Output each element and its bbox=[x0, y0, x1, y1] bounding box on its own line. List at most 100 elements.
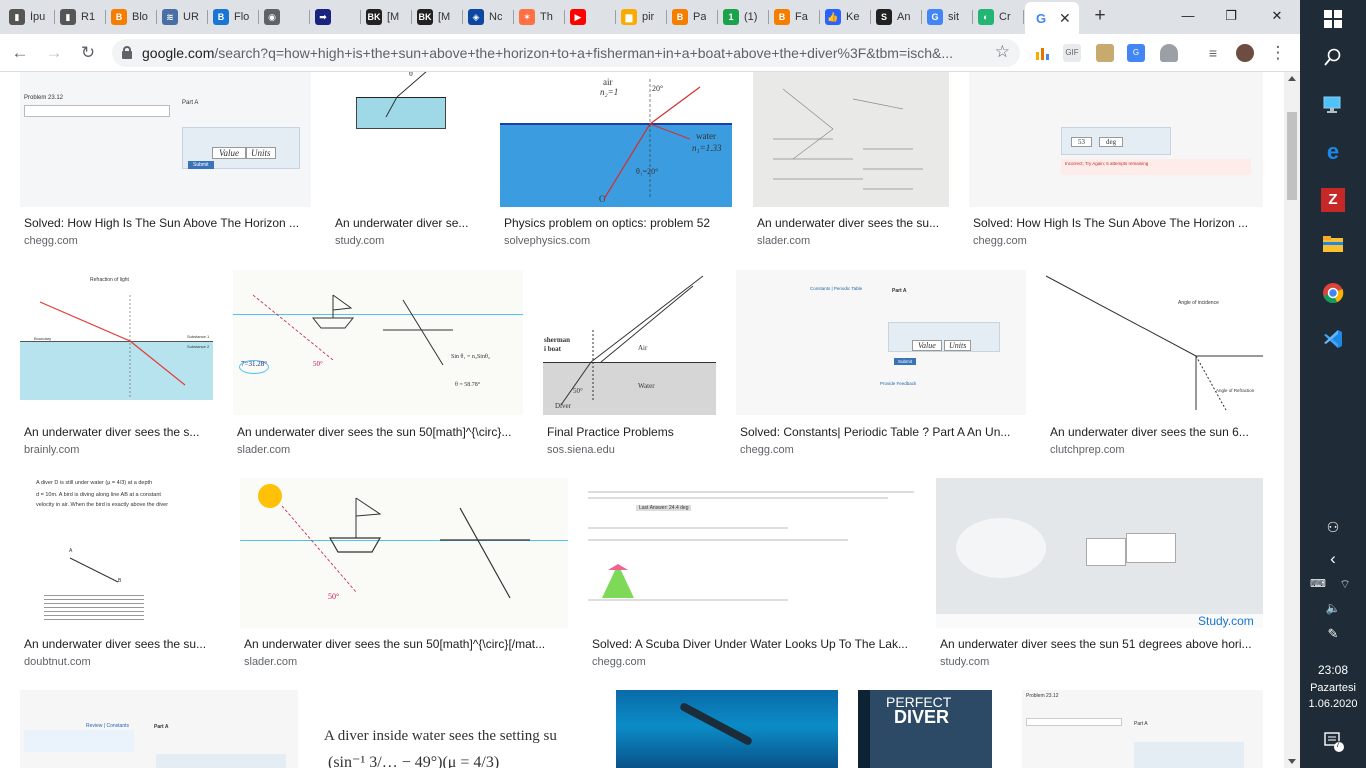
result-card-2[interactable]: θ An underwater diver se... study.com bbox=[331, 72, 479, 247]
shield-extension-icon[interactable] bbox=[1160, 44, 1178, 62]
result-thumbnail[interactable]: Refraction of light Boundary Substance 1… bbox=[20, 270, 213, 415]
result-card-9[interactable]: Constants | Periodic Table Part A Value … bbox=[736, 270, 1026, 458]
tab-1[interactable]: ▮ İpu bbox=[4, 4, 55, 30]
lock-icon[interactable] bbox=[122, 46, 132, 59]
gif-extension-icon[interactable]: GIF bbox=[1063, 44, 1081, 62]
chevron-left-icon[interactable]: ‹ bbox=[1321, 547, 1345, 571]
result-source[interactable]: doubtnut.com bbox=[24, 656, 91, 668]
result-card-19[interactable]: Problem 23.12 Part A bbox=[1022, 690, 1263, 768]
windows-start-icon[interactable] bbox=[1321, 10, 1345, 34]
translate-extension-icon[interactable]: G bbox=[1127, 44, 1145, 62]
page-scrollbar[interactable] bbox=[1284, 72, 1300, 768]
result-source[interactable]: clutchprep.com bbox=[1050, 444, 1125, 456]
close-tab-button[interactable]: ✕ bbox=[1059, 10, 1071, 27]
result-caption[interactable]: Solved: How High Is The Sun Above The Ho… bbox=[24, 216, 311, 230]
chrome-menu-button[interactable]: ⋮ bbox=[1266, 41, 1290, 65]
result-source[interactable]: slader.com bbox=[244, 656, 297, 668]
result-card-11[interactable]: A diver D is still under water (μ = 4/3)… bbox=[20, 478, 220, 670]
forward-button[interactable]: → bbox=[42, 41, 66, 65]
result-thumbnail[interactable]: PERFECT DIVER bbox=[858, 690, 992, 768]
result-source[interactable]: slader.com bbox=[237, 444, 290, 456]
tab-17[interactable]: 👍 Ke bbox=[820, 4, 871, 30]
tab-19[interactable]: Gsit bbox=[922, 4, 973, 30]
image-extension-icon[interactable] bbox=[1096, 44, 1114, 62]
tab-20[interactable]: ◐ Cr bbox=[973, 4, 1024, 30]
keyboard-icon[interactable]: ⌨ bbox=[1310, 572, 1326, 596]
tab-2[interactable]: ▮ R1 bbox=[55, 4, 106, 30]
result-caption[interactable]: An underwater diver sees the sun 6... bbox=[1050, 425, 1263, 439]
analytics-extension-icon[interactable] bbox=[1033, 44, 1051, 62]
result-caption[interactable]: Solved: Constants| Periodic Table ? Part… bbox=[740, 425, 1026, 439]
result-caption[interactable]: An underwater diver sees the su... bbox=[757, 216, 949, 230]
result-thumbnail[interactable]: A diver inside water sees the setting su… bbox=[318, 690, 596, 768]
new-tab-button[interactable]: + bbox=[1090, 6, 1110, 26]
result-caption[interactable]: An underwater diver sees the s... bbox=[24, 425, 213, 439]
notification-center-icon[interactable]: 7 bbox=[1321, 730, 1345, 754]
result-card-5[interactable]: 53 deg Incorrect; Try Again; 5 attempts … bbox=[969, 72, 1263, 247]
result-caption[interactable]: An underwater diver se... bbox=[335, 216, 479, 230]
tab-3[interactable]: B Blo bbox=[106, 4, 157, 30]
tab-active-google[interactable]: G ✕ bbox=[1025, 2, 1079, 34]
address-bar[interactable]: google.com/search?q=how+high+is+the+sun+… bbox=[112, 39, 1020, 67]
result-card-16[interactable]: A diver inside water sees the setting su… bbox=[318, 690, 596, 768]
tab-15[interactable]: 1 (1) bbox=[718, 4, 769, 30]
people-icon[interactable]: ⚇ bbox=[1321, 515, 1345, 539]
result-source[interactable]: solvephysics.com bbox=[504, 235, 590, 247]
result-thumbnail[interactable]: Angle of incidence Angle of Refraction bbox=[1046, 270, 1263, 415]
result-source[interactable]: chegg.com bbox=[973, 235, 1027, 247]
result-thumbnail[interactable]: Review | Constants Part A bbox=[20, 690, 298, 768]
restore-button[interactable]: ❐ bbox=[1208, 5, 1254, 27]
media-control-icon[interactable]: ≡ bbox=[1204, 44, 1222, 62]
url-text[interactable]: google.com/search?q=how+high+is+the+sun+… bbox=[142, 45, 982, 61]
result-source[interactable]: slader.com bbox=[757, 235, 810, 247]
computer-icon[interactable] bbox=[1321, 94, 1345, 118]
result-caption[interactable]: Solved: A Scuba Diver Under Water Looks … bbox=[592, 637, 916, 651]
result-thumbnail[interactable] bbox=[753, 72, 949, 207]
result-card-10[interactable]: Angle of incidence Angle of Refraction A… bbox=[1046, 270, 1263, 458]
clock-date[interactable]: 1.06.2020 bbox=[1300, 696, 1366, 712]
result-thumbnail[interactable]: 53 deg Incorrect; Try Again; 5 attempts … bbox=[969, 72, 1263, 207]
result-source[interactable]: chegg.com bbox=[592, 656, 646, 668]
result-card-18[interactable]: PERFECT DIVER bbox=[858, 690, 992, 768]
tab-14[interactable]: B Pa bbox=[667, 4, 718, 30]
tab-9[interactable]: BK [M bbox=[412, 4, 463, 30]
scrollbar-thumb[interactable] bbox=[1287, 112, 1297, 200]
search-icon[interactable] bbox=[1321, 48, 1345, 72]
result-caption[interactable]: Final Practice Problems bbox=[547, 425, 716, 439]
tab-5[interactable]: B Flo bbox=[208, 4, 259, 30]
filezilla-icon[interactable]: Z bbox=[1321, 188, 1345, 212]
result-source[interactable]: brainly.com bbox=[24, 444, 79, 456]
result-thumbnail[interactable]: A diver D is still under water (μ = 4/3)… bbox=[20, 478, 220, 628]
result-thumbnail[interactable]: air n₂=1 20° water n₁=1.33 θ₁=20° O bbox=[500, 72, 732, 207]
edge-browser-icon[interactable]: e bbox=[1321, 140, 1345, 164]
result-caption[interactable]: An underwater diver sees the su... bbox=[24, 637, 220, 651]
clock-time[interactable]: 23:08 bbox=[1300, 662, 1366, 678]
file-explorer-icon[interactable] bbox=[1321, 234, 1345, 258]
result-source[interactable]: chegg.com bbox=[24, 235, 78, 247]
tab-7[interactable]: ➡ bbox=[310, 4, 361, 30]
pen-icon[interactable]: ✎ bbox=[1321, 622, 1345, 646]
scroll-down-arrow-icon[interactable] bbox=[1288, 759, 1296, 764]
chrome-taskbar-icon[interactable] bbox=[1321, 282, 1345, 306]
result-thumbnail[interactable] bbox=[616, 690, 838, 768]
result-thumbnail[interactable]: Problem 23.12 Part A bbox=[1022, 690, 1263, 768]
tab-4[interactable]: ≋ UR bbox=[157, 4, 208, 30]
tab-10[interactable]: ◈ Nc bbox=[463, 4, 514, 30]
tab-16[interactable]: B Fa bbox=[769, 4, 820, 30]
reload-button[interactable]: ↻ bbox=[76, 41, 100, 65]
result-card-7[interactable]: 7=31.28° 50° Sin θ₁ = n₂Sinθ₂ θ = 58.78°… bbox=[233, 270, 523, 458]
result-card-1[interactable]: Problem 23.12 Part A Value Units Submit … bbox=[20, 72, 311, 247]
tab-13[interactable]: ▆ pir bbox=[616, 4, 667, 30]
result-thumbnail[interactable]: Study.com bbox=[936, 478, 1263, 628]
result-thumbnail[interactable]: Constants | Periodic Table Part A Value … bbox=[736, 270, 1026, 415]
result-card-17[interactable] bbox=[616, 690, 838, 768]
result-thumbnail[interactable]: Last Answer: 24.4 deg bbox=[588, 478, 916, 628]
result-card-6[interactable]: Refraction of light Boundary Substance 1… bbox=[20, 270, 213, 458]
scroll-up-arrow-icon[interactable] bbox=[1288, 76, 1296, 81]
tab-8[interactable]: BK [M bbox=[361, 4, 412, 30]
result-thumbnail[interactable]: 50° bbox=[240, 478, 568, 628]
result-card-4[interactable]: An underwater diver sees the su... slade… bbox=[753, 72, 949, 247]
bookmark-star-icon[interactable]: ☆ bbox=[995, 42, 1010, 62]
vscode-icon[interactable] bbox=[1321, 328, 1345, 352]
result-caption[interactable]: Solved: How High Is The Sun Above The Ho… bbox=[973, 216, 1263, 230]
